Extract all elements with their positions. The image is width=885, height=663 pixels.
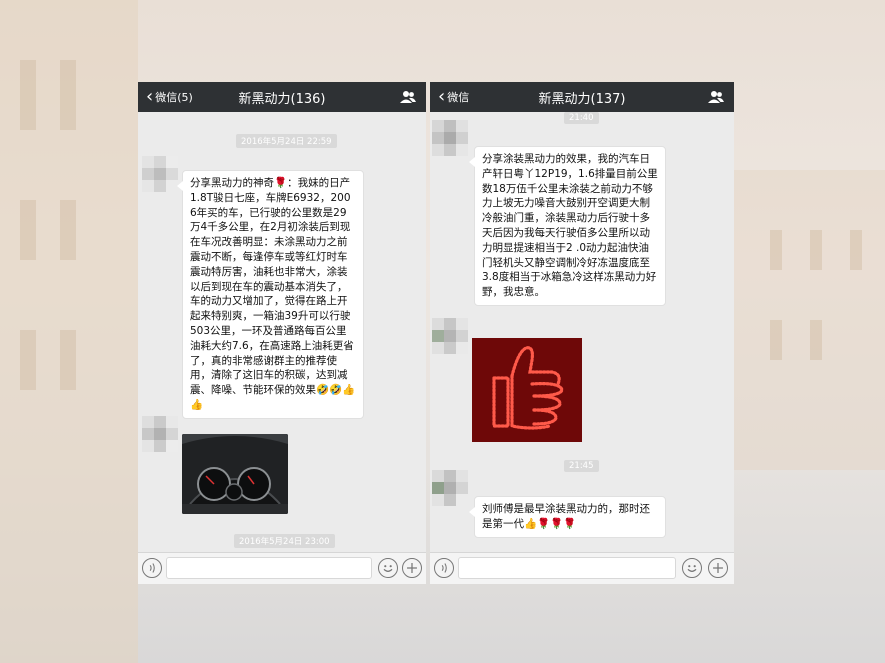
avatar[interactable] <box>432 318 468 354</box>
right-chat-screen: ‹ 微信 新黑动力(137) 21:40 分享涂装黑动力的效果，我的汽车日产轩日… <box>430 82 734 584</box>
plus-icon[interactable] <box>708 558 728 578</box>
chat-navbar: ‹ 微信(5) 新黑动力(136) <box>138 82 426 112</box>
avatar[interactable] <box>432 470 468 506</box>
avatar[interactable] <box>432 120 468 156</box>
dashboard-photo[interactable] <box>182 434 288 514</box>
group-members-icon[interactable] <box>708 90 724 104</box>
group-members-icon[interactable] <box>400 90 416 104</box>
back-button[interactable]: ‹ 微信 <box>438 82 469 112</box>
timestamp: 21:45 <box>564 460 599 472</box>
car-dashboard-image <box>182 434 288 514</box>
emoji-icon[interactable] <box>682 558 702 578</box>
back-button[interactable]: ‹ 微信(5) <box>146 82 193 112</box>
left-chat-screen: ‹ 微信(5) 新黑动力(136) 2016年5月24日 22:59 分享黑动力… <box>138 82 426 584</box>
message-input[interactable] <box>458 557 676 579</box>
input-bar <box>430 552 734 584</box>
message-input[interactable] <box>166 557 372 579</box>
input-bar <box>138 552 426 584</box>
voice-icon[interactable] <box>434 558 454 578</box>
emoji-icon[interactable] <box>378 558 398 578</box>
thumbs-up-icon <box>472 338 582 442</box>
avatar[interactable] <box>142 416 178 452</box>
voice-icon[interactable] <box>142 558 162 578</box>
back-label: 微信(5) <box>155 91 193 104</box>
thumbs-up-photo[interactable] <box>472 338 582 442</box>
timestamp: 2016年5月24日 23:00 <box>234 534 335 548</box>
plus-icon[interactable] <box>402 558 422 578</box>
timestamp: 2016年5月24日 22:59 <box>236 134 337 148</box>
avatar[interactable] <box>142 156 178 192</box>
message-bubble[interactable]: 刘师傅是最早涂装黑动力的，那时还是第一代👍🌹🌹🌹 <box>469 496 666 538</box>
timestamp: 21:40 <box>564 112 599 124</box>
message-bubble[interactable]: 分享涂装黑动力的效果，我的汽车日产轩日粤丫12P19，1.6排量目前公里数18万… <box>469 146 666 306</box>
chat-title: 新黑动力(137) <box>538 91 626 107</box>
chevron-left-icon: ‹ <box>146 86 154 107</box>
chevron-left-icon: ‹ <box>438 86 446 107</box>
chat-navbar: ‹ 微信 新黑动力(137) <box>430 82 734 112</box>
back-label: 微信 <box>447 91 470 104</box>
message-bubble[interactable]: 分享黑动力的神奇🌹：我妹的日产1.8T骏日七座，车牌E6932，2006年买的车… <box>177 170 364 419</box>
